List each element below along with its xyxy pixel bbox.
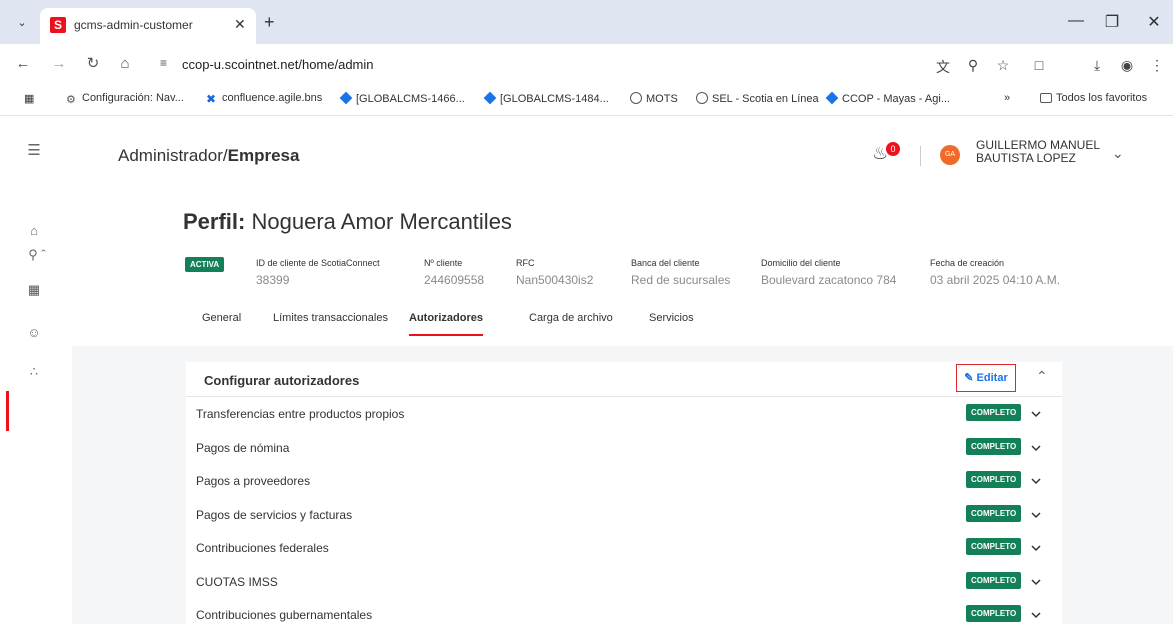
status-badge: COMPLETO [966,471,1022,488]
avatar[interactable]: GA [940,145,960,165]
bookmark-item[interactable]: SEL - Scotia en Línea [696,92,819,105]
tab-general[interactable]: General [202,312,241,334]
home-icon[interactable]: ⌂ [116,55,134,73]
list-item[interactable]: Contribuciones federales COMPLETO [186,533,1062,566]
profile-field: Nº cliente 244609558 [424,258,485,287]
extensions-icon[interactable]: □ [1030,57,1048,73]
bookmark-item[interactable]: CCOP - Mayas - Agi... [825,91,950,105]
user-icon[interactable]: ☺ [24,323,44,343]
app-sidebar: ☰ ⌂ ⚲ ˆ ▦ ☺ ∴ [0,117,72,624]
downloads-icon[interactable]: ⤓ [1088,57,1106,74]
chevron-down-icon[interactable] [1029,541,1043,555]
list-item[interactable]: Pagos de servicios y facturas COMPLETO [186,500,1062,533]
zoom-icon[interactable]: ⚲ [964,57,982,74]
bookmark-item[interactable]: ✖ confluence.agile.bns [206,92,322,105]
bookmark-item[interactable]: MOTS [630,92,678,105]
profile-field: Domicilio del cliente Boulevard zacatonc… [761,258,897,287]
pencil-icon: ✎ [964,372,974,384]
users-group-icon[interactable]: ∴ [24,362,44,382]
all-bookmarks[interactable]: Todos los favoritos [1040,92,1147,104]
profile-field: RFC Nan500430is2 [516,258,594,287]
key-icon[interactable]: ⚲ ˆ [22,245,52,265]
browser-tab-strip: ⌄ S gcms-admin-customer ✕ + — ❐ ✕ [0,0,1173,44]
active-indicator [6,391,9,431]
translate-icon[interactable]: 文 [934,57,952,77]
divider [186,396,1062,397]
chevron-up-icon[interactable]: ⌃ [1036,368,1048,385]
profile-field: ID de cliente de ScotiaConnect 38399 [256,258,380,287]
status-badge: COMPLETO [966,538,1022,555]
list-item[interactable]: CUOTAS IMSS COMPLETO [186,567,1062,600]
apps-icon[interactable]: ▦ [24,92,34,105]
tab-carga-archivo[interactable]: Carga de archivo [529,312,613,334]
chevron-down-icon[interactable] [1029,575,1043,589]
company-icon[interactable]: ▦ [24,280,44,300]
status-badge: COMPLETO [966,505,1022,522]
address-bar[interactable]: ≡ ccop-u.scointnet.net/home/admin 文 ⚲ ☆ [150,50,1160,78]
forward-icon[interactable]: → [50,55,68,73]
profile-field: Fecha de creación 03 abril 2025 04:10 A.… [930,258,1061,287]
home-icon[interactable]: ⌂ [24,221,44,241]
breadcrumb: Administrador/Empresa [118,146,300,165]
chevron-down-icon[interactable]: ⌄ [1112,145,1124,162]
divider [920,146,921,166]
app-header: Administrador/Empresa ♨ 0 GA GUILLERMO M… [72,117,1173,197]
edit-button[interactable]: ✎ Editar [956,364,1016,392]
more-bookmarks-icon[interactable]: » [1004,92,1010,104]
browser-toolbar: ← → ↻ ⌂ ≡ ccop-u.scointnet.net/home/admi… [0,44,1173,84]
authorizers-card: Configurar autorizadores ✎ Editar ⌃ Tran… [186,362,1062,624]
chevron-down-icon[interactable] [1029,608,1043,622]
hamburger-menu-icon[interactable]: ☰ [24,141,44,161]
restore-icon[interactable]: ❐ [1102,12,1122,32]
bookmark-item[interactable]: [GLOBALCMS-1484... [483,91,609,105]
reload-icon[interactable]: ↻ [84,55,102,73]
bookmark-star-icon[interactable]: ☆ [994,57,1012,74]
bookmark-item[interactable]: ⚙ Configuración: Nav... [66,92,184,106]
chevron-down-icon[interactable] [1029,407,1043,421]
back-icon[interactable]: ← [14,55,32,73]
jira-icon [483,91,497,105]
jira-icon [825,91,839,105]
site-info-icon[interactable]: ≡ [160,56,167,70]
chevron-down-icon[interactable] [1029,508,1043,522]
profile-icon[interactable]: ◉ [1118,57,1136,74]
card-title: Configurar autorizadores [204,373,360,388]
new-tab-icon[interactable]: + [264,13,275,31]
notification-badge: 0 [886,142,900,156]
chevron-down-icon[interactable] [1029,474,1043,488]
chevron-down-icon[interactable] [1029,441,1043,455]
bookmarks-bar: ▦ ⚙ Configuración: Nav... ✖ confluence.agi… [0,84,1173,116]
page-title: Perfil: Noguera Amor Mercantiles [183,209,512,234]
tab-limites[interactable]: Límites transaccionales [273,312,388,334]
status-badge: ACTIVA [185,257,225,272]
globe-icon [696,92,708,104]
tab-autorizadores[interactable]: Autorizadores [409,312,483,336]
globe-icon [630,92,642,104]
status-badge: COMPLETO [966,404,1022,421]
folder-icon [1040,93,1052,103]
menu-icon[interactable]: ⋮ [1148,57,1166,74]
minimize-icon[interactable]: — [1066,12,1086,30]
status-badge: COMPLETO [966,572,1022,589]
tab-servicios[interactable]: Servicios [649,312,694,334]
list-item[interactable]: Transferencias entre productos propios C… [186,399,1062,432]
jira-icon [339,91,353,105]
list-item[interactable]: Pagos de nómina COMPLETO [186,433,1062,466]
scotiabank-favicon-icon: S [50,17,66,33]
close-window-icon[interactable]: ✕ [1144,12,1164,32]
user-name[interactable]: GUILLERMO MANUEL BAUTISTA LOPEZ [976,139,1116,165]
bookmark-item[interactable]: [GLOBALCMS-1466... [339,91,465,105]
tab-title: gcms-admin-customer [74,18,193,32]
status-badge: COMPLETO [966,438,1022,455]
browser-tab[interactable]: S gcms-admin-customer ✕ [40,8,256,44]
status-badge: COMPLETO [966,605,1022,622]
tab-close-icon[interactable]: ✕ [234,16,246,33]
profile-field: Banca del cliente Red de sucursales [631,258,731,287]
list-item[interactable]: Contribuciones gubernamentales COMPLETO [186,600,1062,633]
confluence-icon: ✖ [206,92,217,106]
gear-icon: ⚙ [66,94,76,106]
url-text: ccop-u.scointnet.net/home/admin [182,57,374,72]
tab-search-icon[interactable]: ⌄ [10,12,34,34]
list-item[interactable]: Pagos a proveedores COMPLETO [186,466,1062,499]
